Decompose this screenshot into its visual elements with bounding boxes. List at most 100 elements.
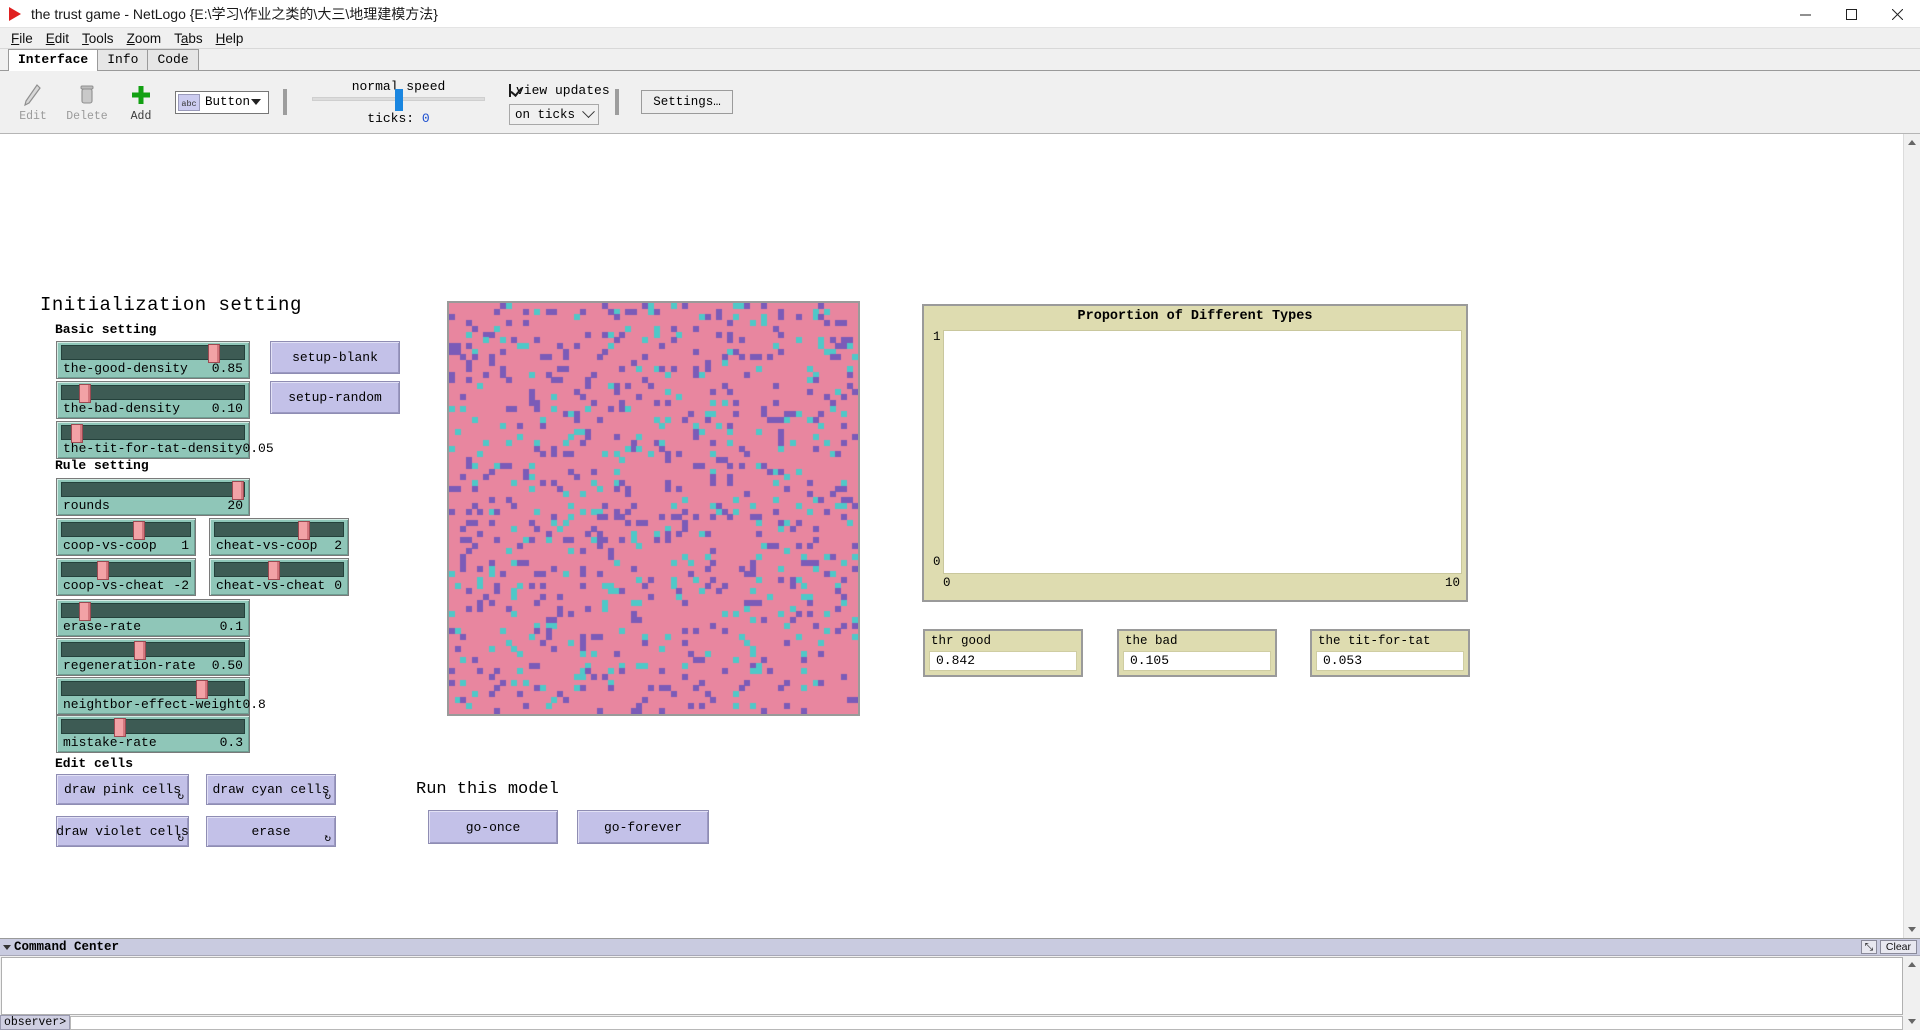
slider-track[interactable] bbox=[61, 481, 245, 500]
slider-mistake-rate[interactable]: mistake-rate 0.3 bbox=[56, 715, 250, 753]
slider-track[interactable] bbox=[61, 521, 191, 540]
slider-thumb[interactable] bbox=[134, 641, 147, 660]
widget-type-dropdown[interactable]: abc Button bbox=[175, 90, 269, 114]
maximize-button[interactable] bbox=[1828, 0, 1874, 28]
slider-thumb[interactable] bbox=[70, 424, 83, 443]
slider-track[interactable] bbox=[61, 561, 191, 580]
button-go-forever[interactable]: go-forever bbox=[577, 810, 709, 844]
menu-edit[interactable]: Edit bbox=[40, 30, 76, 47]
slider-thumb[interactable] bbox=[79, 384, 92, 403]
delete-tool-button[interactable]: Delete bbox=[60, 71, 114, 133]
slider-track[interactable] bbox=[61, 424, 245, 443]
slider-track[interactable] bbox=[61, 602, 245, 621]
slider-name: the-good-density bbox=[63, 361, 188, 376]
slider-cheat-vs-coop[interactable]: cheat-vs-coop 2 bbox=[209, 518, 349, 556]
world-canvas[interactable] bbox=[449, 303, 858, 714]
slider-thumb[interactable] bbox=[113, 718, 126, 737]
menu-help[interactable]: Help bbox=[210, 30, 251, 47]
rule-setting-label: Rule setting bbox=[55, 458, 149, 473]
slider-label-row: mistake-rate 0.3 bbox=[61, 734, 245, 751]
command-input[interactable] bbox=[70, 1015, 1903, 1030]
button-go-once[interactable]: go-once bbox=[428, 810, 558, 844]
collapse-arrow-icon[interactable] bbox=[0, 939, 14, 956]
scroll-down-icon[interactable] bbox=[1903, 1013, 1920, 1030]
slider-erase-rate[interactable]: erase-rate 0.1 bbox=[56, 599, 250, 637]
slider-thumb[interactable] bbox=[79, 602, 92, 621]
view-updates-checkbox[interactable]: view updates bbox=[509, 83, 610, 98]
clear-button[interactable]: Clear bbox=[1879, 940, 1917, 954]
slider-track[interactable] bbox=[61, 384, 245, 403]
page-title: Initialization setting bbox=[40, 294, 302, 316]
menu-edit-mnemonic: E bbox=[45, 30, 55, 46]
forever-loop-icon: ↻ bbox=[177, 833, 184, 845]
slider-track[interactable] bbox=[61, 718, 245, 737]
slider-thumb[interactable] bbox=[97, 561, 110, 580]
slider-track[interactable] bbox=[214, 521, 344, 540]
ticks-counter: ticks: 0 bbox=[367, 111, 429, 126]
button-setup-random[interactable]: setup-random bbox=[270, 381, 400, 414]
update-mode-dropdown[interactable]: on ticks bbox=[509, 104, 599, 125]
command-center-scrollbar[interactable] bbox=[1903, 956, 1920, 1030]
slider-label-row: coop-vs-cheat -2 bbox=[61, 577, 191, 594]
menu-tabs[interactable]: Tabs bbox=[168, 30, 210, 47]
slider-regeneration-rate[interactable]: regeneration-rate 0.50 bbox=[56, 638, 250, 676]
plot-widget[interactable]: Proportion of Different Types 1 0 0 10 bbox=[922, 304, 1468, 602]
button-draw-pink-cells[interactable]: draw pink cells ↻ bbox=[56, 774, 189, 805]
slider-track[interactable] bbox=[214, 561, 344, 580]
menu-tools[interactable]: Tools bbox=[76, 30, 121, 47]
button-setup-blank[interactable]: setup-blank bbox=[270, 341, 400, 374]
speed-slider[interactable] bbox=[312, 88, 485, 111]
ticks-prefix: ticks: bbox=[367, 110, 415, 126]
slider-thumb[interactable] bbox=[232, 481, 245, 500]
slider-track[interactable] bbox=[61, 344, 245, 363]
menu-file[interactable]: File bbox=[5, 30, 40, 47]
menu-zoom[interactable]: Zoom bbox=[121, 30, 169, 47]
basic-setting-label: Basic setting bbox=[55, 322, 157, 337]
button-erase[interactable]: erase ↻ bbox=[206, 816, 336, 847]
slider-thumb[interactable] bbox=[132, 521, 145, 540]
command-center-output[interactable] bbox=[1, 957, 1903, 1015]
menu-tabs-rest: bs bbox=[188, 30, 203, 46]
monitor-the-tit-for-tat[interactable]: the tit-for-tat 0.053 bbox=[1310, 629, 1470, 677]
slider-label-row: neightbor-effect-weight 0.8 bbox=[61, 696, 266, 713]
slider-track[interactable] bbox=[61, 680, 245, 699]
scroll-up-icon[interactable] bbox=[1903, 956, 1920, 973]
monitor-thr-good[interactable]: thr good 0.842 bbox=[923, 629, 1083, 677]
button-draw-cyan-cells[interactable]: draw cyan cells ↻ bbox=[206, 774, 336, 805]
slider-name: neightbor-effect-weight bbox=[63, 697, 243, 712]
slider-cheat-vs-cheat[interactable]: cheat-vs-cheat 0 bbox=[209, 558, 349, 596]
slider-thumb[interactable] bbox=[268, 561, 281, 580]
scroll-up-icon[interactable] bbox=[1904, 134, 1920, 151]
minimize-button[interactable] bbox=[1782, 0, 1828, 28]
slider-value: 0.85 bbox=[211, 361, 243, 376]
forever-loop-icon: ↻ bbox=[324, 833, 331, 845]
slider-the-bad-density[interactable]: the-bad-density 0.10 bbox=[56, 381, 250, 419]
slider-thumb[interactable] bbox=[208, 344, 221, 363]
slider-thumb[interactable] bbox=[196, 680, 209, 699]
scroll-down-icon[interactable] bbox=[1904, 921, 1920, 938]
slider-the-good-density[interactable]: the-good-density 0.85 bbox=[56, 341, 250, 379]
settings-button[interactable]: Settings… bbox=[641, 90, 733, 114]
slider-value: 0.3 bbox=[219, 735, 243, 750]
world-view[interactable] bbox=[447, 301, 860, 716]
slider-rounds[interactable]: rounds 20 bbox=[56, 478, 250, 516]
slider-name: the-tit-for-tat-density bbox=[63, 441, 243, 456]
tab-interface[interactable]: Interface bbox=[8, 49, 99, 71]
slider-neightbor-effect-weight[interactable]: neightbor-effect-weight 0.8 bbox=[56, 677, 266, 715]
monitor-the-bad[interactable]: the bad 0.105 bbox=[1117, 629, 1277, 677]
interface-vertical-scrollbar[interactable] bbox=[1903, 134, 1920, 938]
popout-button[interactable]: ⤡ bbox=[1860, 940, 1877, 954]
button-draw-violet-cells[interactable]: draw violet cells ↻ bbox=[56, 816, 189, 847]
slider-the-tit-for-tat-density[interactable]: the-tit-for-tat-density 0.05 bbox=[56, 421, 274, 459]
slider-coop-vs-coop[interactable]: coop-vs-coop 1 bbox=[56, 518, 196, 556]
tab-info[interactable]: Info bbox=[97, 49, 149, 70]
speed-slider-thumb[interactable] bbox=[394, 88, 403, 111]
slider-thumb[interactable] bbox=[297, 521, 310, 540]
close-button[interactable] bbox=[1874, 0, 1920, 28]
command-center-prompt-row: observer> bbox=[0, 1015, 1903, 1030]
slider-track[interactable] bbox=[61, 641, 245, 660]
add-tool-button[interactable]: Add bbox=[114, 71, 168, 133]
tab-code[interactable]: Code bbox=[147, 49, 199, 70]
slider-coop-vs-cheat[interactable]: coop-vs-cheat -2 bbox=[56, 558, 196, 596]
edit-tool-button[interactable]: Edit bbox=[6, 71, 60, 133]
